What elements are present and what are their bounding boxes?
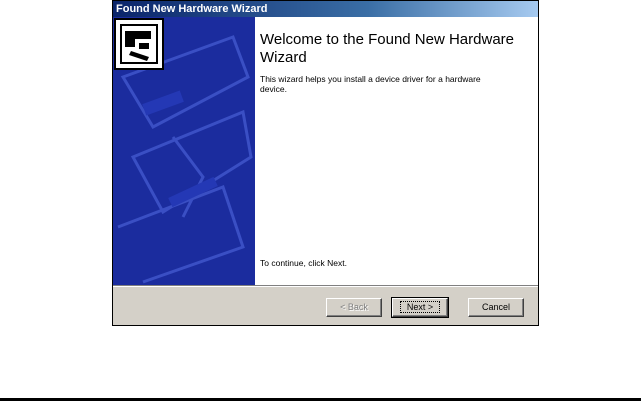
- hardware-board-icon: [114, 18, 164, 70]
- continue-instruction: To continue, click Next.: [260, 258, 347, 268]
- cancel-button[interactable]: Cancel: [468, 298, 524, 317]
- wizard-heading: Welcome to the Found New Hardware Wizard: [260, 31, 515, 66]
- button-separator: [113, 285, 538, 287]
- wizard-description: This wizard helps you install a device d…: [260, 74, 481, 94]
- back-button[interactable]: < Back: [326, 298, 382, 317]
- page-bottom-rule: [0, 398, 641, 401]
- wizard-sidebar-graphic: [113, 17, 255, 285]
- next-button[interactable]: Next >: [391, 297, 449, 318]
- next-button-label: Next >: [399, 301, 441, 313]
- wizard-dialog: Found New Hardware Wizard Welcome to the…: [112, 0, 539, 326]
- wizard-content: Welcome to the Found New Hardware Wizard…: [113, 17, 538, 285]
- title-bar: Found New Hardware Wizard: [113, 1, 538, 17]
